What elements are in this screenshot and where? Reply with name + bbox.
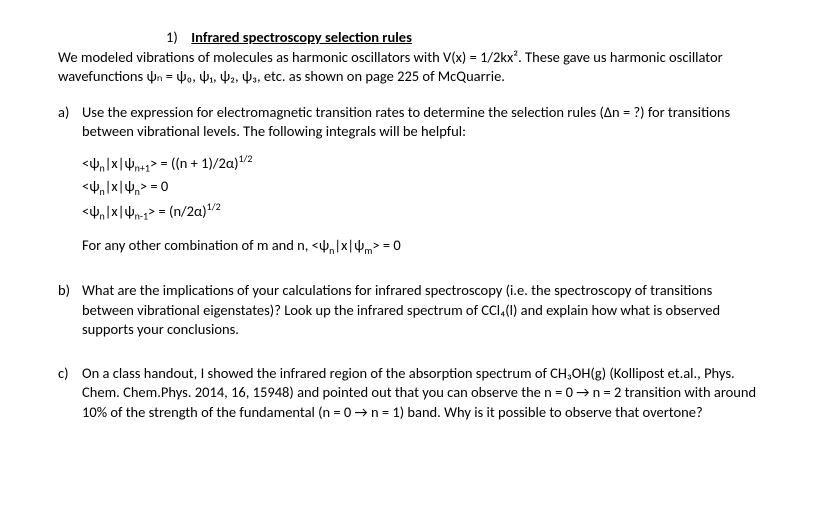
part-b: b) What are the implications of your cal… bbox=[58, 281, 758, 350]
eq-frag: > = 0 bbox=[372, 236, 400, 254]
eq-frag: > = (n/2α) bbox=[148, 202, 207, 220]
eq-frag: > = 0 bbox=[140, 177, 168, 195]
eq-frag: <ψ bbox=[82, 154, 99, 172]
eq-frag: |x|ψ bbox=[334, 236, 364, 254]
eq-frag: |x|ψ bbox=[105, 202, 135, 220]
eq-sub: n+1 bbox=[135, 162, 150, 175]
eq-line-2: <ψn|x|ψn> = 0 bbox=[82, 177, 758, 198]
intro-paragraph: We modeled vibrations of molecules as ha… bbox=[58, 48, 758, 87]
eq-frag: <ψ bbox=[82, 177, 99, 195]
part-a-letter: a) bbox=[58, 103, 82, 267]
part-c: c) On a class handout, I showed the infr… bbox=[58, 364, 758, 433]
question-title: Infrared spectroscopy selection rules bbox=[191, 28, 412, 46]
part-b-text: What are the implications of your calcul… bbox=[82, 281, 758, 340]
part-c-letter: c) bbox=[58, 364, 82, 433]
eq-block: <ψn|x|ψn+1> = ((n + 1)/2α)1/2 <ψn|x|ψn> … bbox=[82, 152, 758, 224]
part-c-text: On a class handout, I showed the infrare… bbox=[82, 364, 758, 423]
eq-frag: |x|ψ bbox=[105, 177, 135, 195]
part-b-letter: b) bbox=[58, 281, 82, 350]
eq-sub: n-1 bbox=[135, 210, 148, 223]
eq-sup: 1/2 bbox=[207, 200, 221, 213]
eq-frag: |x|ψ bbox=[105, 154, 135, 172]
eq-frag: > = ((n + 1)/2α) bbox=[150, 154, 239, 172]
part-a-footer: For any other combination of m and n, <ψ… bbox=[82, 236, 758, 257]
part-a-text: Use the expression for electromagnetic t… bbox=[82, 103, 758, 142]
eq-sup: 1/2 bbox=[238, 152, 252, 165]
eq-line-3: <ψn|x|ψn-1> = (n/2α)1/2 bbox=[82, 200, 758, 223]
part-a: a) Use the expression for electromagneti… bbox=[58, 103, 758, 267]
eq-frag: <ψ bbox=[82, 202, 99, 220]
question-number: 1) bbox=[166, 28, 188, 48]
question-heading: 1) Infrared spectroscopy selection rules bbox=[166, 28, 758, 48]
eq-line-1: <ψn|x|ψn+1> = ((n + 1)/2α)1/2 bbox=[82, 152, 758, 175]
eq-frag: For any other combination of m and n, <ψ bbox=[82, 236, 329, 254]
